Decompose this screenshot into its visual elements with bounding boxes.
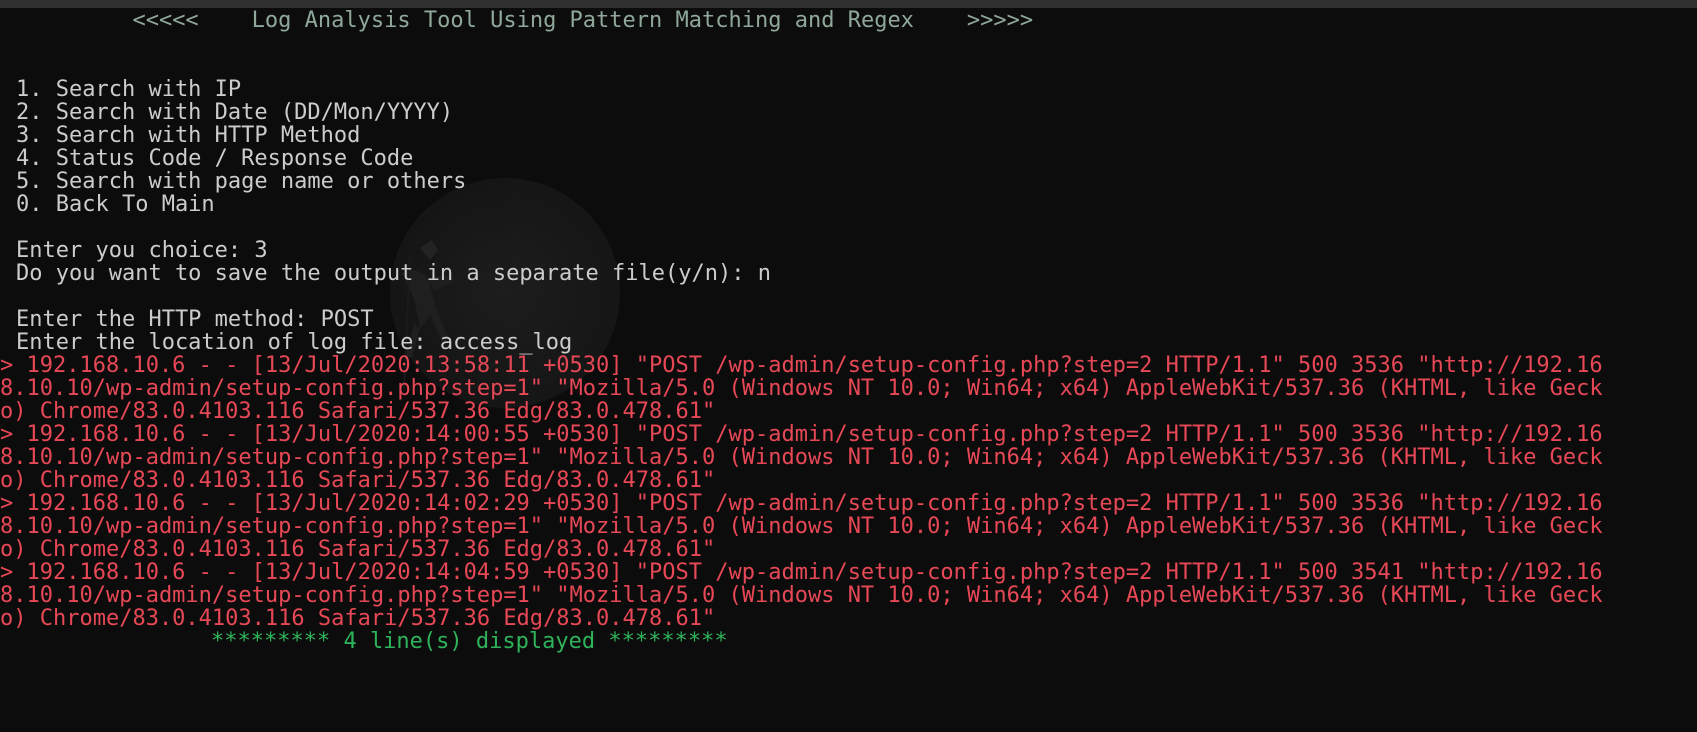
menu-item-search-date: 2. Search with Date (DD/Mon/YYYY) — [16, 100, 454, 125]
log-match-line: > 192.168.10.6 - - [13/Jul/2020:13:58:11… — [0, 353, 1603, 378]
save-output-prompt: Do you want to save the output in a sepa… — [16, 261, 771, 286]
menu-item-status-code: 4. Status Code / Response Code — [16, 146, 414, 171]
log-match-line: 8.10.10/wp-admin/setup-config.php?step=1… — [0, 583, 1603, 608]
log-match-line: 8.10.10/wp-admin/setup-config.php?step=1… — [0, 376, 1603, 401]
window-title-bar-edge — [0, 0, 1697, 8]
log-match-line: > 192.168.10.6 - - [13/Jul/2020:14:00:55… — [0, 422, 1603, 447]
log-match-line: o) Chrome/83.0.4103.116 Safari/537.36 Ed… — [0, 606, 716, 631]
app-title: Log Analysis Tool Using Pattern Matching… — [251, 8, 914, 33]
menu-item-search-http-method: 3. Search with HTTP Method — [16, 123, 361, 148]
log-match-line: 8.10.10/wp-admin/setup-config.php?step=1… — [0, 445, 1603, 470]
app-header: <<<<< Log Analysis Tool Using Pattern Ma… — [0, 8, 1033, 33]
log-match-line: o) Chrome/83.0.4103.116 Safari/537.36 Ed… — [0, 468, 716, 493]
results-summary: ********* 4 line(s) displayed ********* — [211, 629, 728, 654]
menu-item-back-to-main: 0. Back To Main — [16, 192, 215, 217]
log-match-line: o) Chrome/83.0.4103.116 Safari/537.36 Ed… — [0, 399, 716, 424]
log-match-line: > 192.168.10.6 - - [13/Jul/2020:14:04:59… — [0, 560, 1603, 585]
menu-item-search-page-name: 5. Search with page name or others — [16, 169, 467, 194]
log-location-prompt: Enter the location of log file: access_l… — [16, 330, 573, 355]
choice-prompt: Enter you choice: 3 — [16, 238, 268, 263]
header-left-arrows: <<<<< — [132, 8, 199, 33]
terminal-window[interactable]: <<<<< Log Analysis Tool Using Pattern Ma… — [0, 8, 1697, 732]
log-match-line: > 192.168.10.6 - - [13/Jul/2020:14:02:29… — [0, 491, 1603, 516]
log-match-line: o) Chrome/83.0.4103.116 Safari/537.36 Ed… — [0, 537, 716, 562]
menu-item-search-ip: 1. Search with IP — [16, 77, 242, 102]
header-right-arrows: >>>>> — [966, 8, 1034, 33]
log-match-line: 8.10.10/wp-admin/setup-config.php?step=1… — [0, 514, 1603, 539]
http-method-prompt: Enter the HTTP method: POST — [16, 307, 374, 332]
